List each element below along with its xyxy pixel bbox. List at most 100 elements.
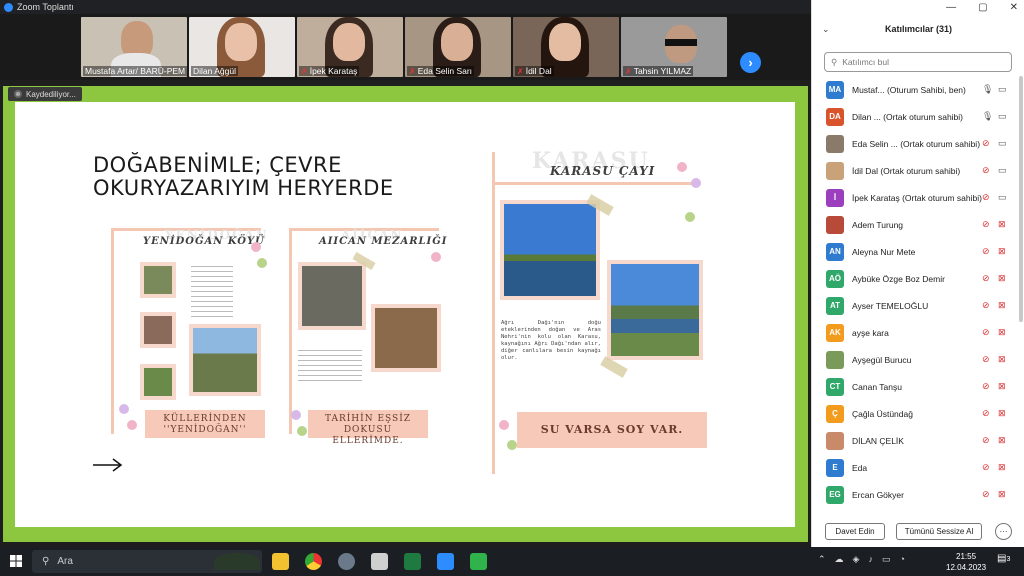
camera-off-icon[interactable]: ⊠	[998, 489, 1006, 500]
camera-icon[interactable]: ▭	[998, 192, 1007, 203]
camera-off-icon[interactable]: ⊠	[998, 273, 1006, 284]
camera-off-icon[interactable]: ⊠	[998, 327, 1006, 338]
cloud-icon[interactable]: ☁	[835, 554, 844, 565]
camera-off-icon[interactable]: ⊠	[998, 381, 1006, 392]
camera-off-icon[interactable]: ⊠	[998, 219, 1006, 230]
mic-muted-icon[interactable]: ⊘	[982, 219, 990, 230]
avatar	[826, 215, 844, 234]
mic-muted-icon[interactable]: ⊘	[982, 273, 990, 284]
search-icon: ⚲	[831, 56, 838, 67]
chrome-icon[interactable]	[305, 553, 322, 570]
avatar: AÖ	[826, 269, 844, 288]
camera-off-icon[interactable]: ⊠	[998, 435, 1006, 446]
video-tile-2[interactable]: ✗ İpek Karataş	[297, 17, 403, 77]
weather-widget-icon[interactable]	[214, 553, 260, 570]
participant-row[interactable]: AT Ayser TEMELOĞLU ⊘ ⊠	[812, 292, 1017, 319]
wifi-icon[interactable]: ◔	[899, 554, 904, 565]
participant-row[interactable]: AÖ Aybüke Özge Boz Demir ⊘ ⊠	[812, 265, 1017, 292]
section-title-aiican: AIICAN MEZARLIĞI	[319, 236, 448, 247]
invite-button[interactable]: Davet Edin	[825, 523, 885, 540]
mic-muted-icon[interactable]: ⊘	[982, 354, 990, 365]
camera-off-icon[interactable]: ⊠	[998, 246, 1006, 257]
mic-muted-icon: ✗	[625, 66, 632, 76]
mic-muted-icon[interactable]: ⊘	[982, 192, 990, 203]
network-icon[interactable]: ◈	[853, 554, 860, 565]
maximize-icon[interactable]: ▢	[978, 2, 987, 13]
mic-icon[interactable]: 🎙	[982, 84, 993, 95]
phone-app-icon[interactable]	[470, 553, 487, 570]
participant-row[interactable]: CT Canan Tanşu ⊘ ⊠	[812, 373, 1017, 400]
avatar: AT	[826, 296, 844, 315]
mic-muted-icon[interactable]: ⊘	[982, 462, 990, 473]
app-icon[interactable]	[371, 553, 388, 570]
video-tile-4[interactable]: ✗ İdil Dal	[513, 17, 619, 77]
zoom-icon[interactable]	[437, 553, 454, 570]
participant-row[interactable]: E Eda ⊘ ⊠	[812, 454, 1017, 481]
mic-muted-icon[interactable]: ⊘	[982, 435, 990, 446]
video-tile-0[interactable]: Mustafa Artar/ BARÜ-PEM	[81, 17, 187, 77]
participant-name: Dilan ... (Ortak oturum sahibi)	[852, 111, 964, 122]
participant-row[interactable]: Ç Çağla Üstündağ ⊘ ⊠	[812, 400, 1017, 427]
taskbar-clock[interactable]: 21:55 12.04.2023	[946, 551, 986, 573]
participant-row[interactable]: İ İpek Karataş (Ortak oturum sahibi) ⊘ ▭	[812, 184, 1017, 211]
camera-off-icon[interactable]: ⊠	[998, 354, 1006, 365]
participants-panel: — ▢ ✕ ⌄ Katılımcılar (31) ⚲ Katılımcı bu…	[811, 0, 1024, 547]
battery-icon[interactable]: ▭	[882, 554, 891, 565]
participant-row[interactable]: Eda Selin ... (Ortak oturum sahibi) ⊘ ▭	[812, 130, 1017, 157]
participant-row[interactable]: EG Ercan Gökyer ⊘ ⊠	[812, 481, 1017, 508]
windows-taskbar: ⚲ Ara ⌃ ☁ ◈ ♪ ▭ ◔ 21:55 12.04.2023 ▤3	[0, 547, 1024, 576]
video-tile-name: ✗ İdil Dal	[515, 66, 554, 76]
volume-icon[interactable]: ♪	[868, 554, 873, 565]
scrollbar[interactable]	[1019, 76, 1023, 322]
camera-icon[interactable]: ▭	[998, 165, 1007, 176]
video-tile-1[interactable]: Dilan Ağgül	[189, 17, 295, 77]
camera-off-icon[interactable]: ⊠	[998, 408, 1006, 419]
notifications-icon[interactable]: ▤3	[997, 553, 1010, 564]
mic-muted-icon[interactable]: ⊘	[982, 327, 990, 338]
participant-row[interactable]: AN Aleyna Nur Mete ⊘ ⊠	[812, 238, 1017, 265]
participant-row[interactable]: İdil Dal (Ortak oturum sahibi) ⊘ ▭	[812, 157, 1017, 184]
video-thumbnail-strip: Mustafa Artar/ BARÜ-PEM Dilan Ağgül ✗ İpe…	[0, 14, 811, 80]
chevron-up-icon[interactable]: ⌃	[818, 554, 826, 565]
participant-search-input[interactable]: ⚲ Katılımcı bul	[824, 52, 1012, 72]
participant-row[interactable]: Adem Turung ⊘ ⊠	[812, 211, 1017, 238]
more-options-button[interactable]: ···	[995, 523, 1012, 540]
mic-muted-icon[interactable]: ⊘	[982, 489, 990, 500]
mic-muted-icon[interactable]: ⊘	[982, 408, 990, 419]
video-tile-5[interactable]: ✗ Tahsin YILMAZ	[621, 17, 727, 77]
photo-river-2	[607, 260, 703, 360]
participant-row[interactable]: MA Mustaf... (Oturum Sahibi, ben) 🎙 ▭	[812, 76, 1017, 103]
camera-icon[interactable]: ▭	[998, 84, 1007, 95]
avatar: AK	[826, 323, 844, 342]
camera-icon[interactable]: ▭	[998, 138, 1007, 149]
video-tile-3[interactable]: ✗ Eda Selin Sarı	[405, 17, 511, 77]
close-icon[interactable]: ✕	[1010, 2, 1018, 13]
mic-muted-icon[interactable]: ⊘	[982, 138, 990, 149]
participant-row[interactable]: AK ayşe kara ⊘ ⊠	[812, 319, 1017, 346]
file-explorer-icon[interactable]	[272, 553, 289, 570]
avatar: AN	[826, 242, 844, 261]
mic-muted-icon[interactable]: ⊘	[982, 300, 990, 311]
participant-row[interactable]: DA Dilan ... (Ortak oturum sahibi) 🎙 ▭	[812, 103, 1017, 130]
mute-all-button[interactable]: Tümünü Sessize Al	[896, 523, 982, 540]
app-icon[interactable]	[338, 553, 355, 570]
camera-off-icon[interactable]: ⊠	[998, 462, 1006, 473]
avatar: E	[826, 458, 844, 477]
mic-icon[interactable]: 🎙	[982, 111, 993, 122]
participant-name: Eda Selin ... (Ortak oturum sahibi)	[852, 138, 981, 149]
recording-indicator[interactable]: Kaydediliyor...	[8, 87, 82, 101]
windows-start-icon[interactable]	[10, 555, 22, 567]
panel-footer: Davet Edin Tümünü Sessize Al ···	[812, 523, 1024, 545]
camera-icon[interactable]: ▭	[998, 111, 1007, 122]
next-page-button[interactable]: ›	[740, 52, 761, 73]
participant-row[interactable]: DİLAN ÇELİK ⊘ ⊠	[812, 427, 1017, 454]
mic-muted-icon[interactable]: ⊘	[982, 246, 990, 257]
mic-muted-icon[interactable]: ⊘	[982, 381, 990, 392]
photo-river-1	[500, 200, 600, 300]
participant-row[interactable]: Ayşegül Burucu ⊘ ⊠	[812, 346, 1017, 373]
avatar	[826, 161, 844, 180]
mic-muted-icon[interactable]: ⊘	[982, 165, 990, 176]
minimize-icon[interactable]: —	[946, 2, 956, 13]
excel-icon[interactable]	[404, 553, 421, 570]
camera-off-icon[interactable]: ⊠	[998, 300, 1006, 311]
